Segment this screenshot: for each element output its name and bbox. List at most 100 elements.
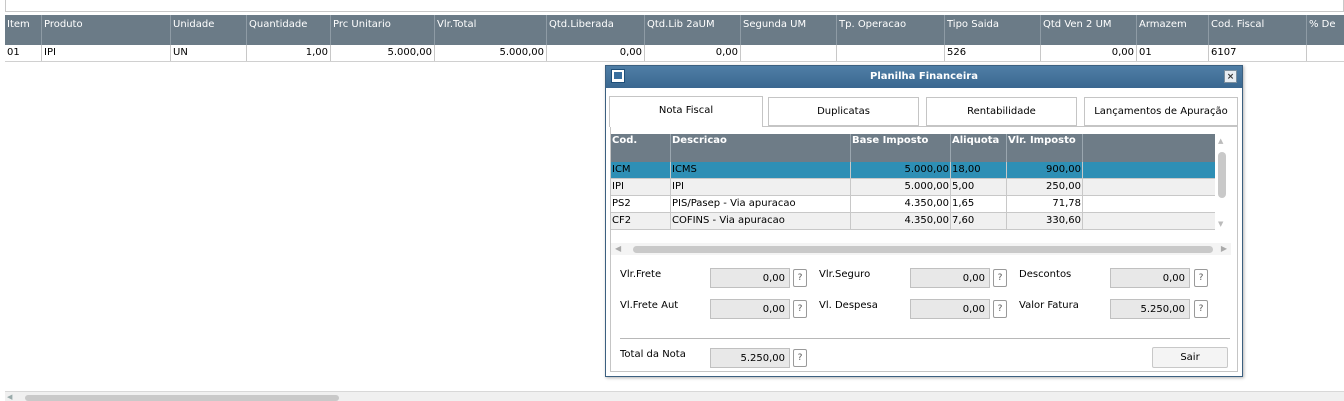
cell-cod: ICM [611, 162, 671, 178]
valor-fatura-label: Valor Fatura [1019, 300, 1079, 311]
cell-vlr-imposto: 330,60 [1007, 213, 1083, 229]
close-icon[interactable]: × [1224, 70, 1237, 83]
cell-segunda-um [741, 45, 837, 61]
scroll-right-icon[interactable]: ▶ [1221, 244, 1227, 253]
cell-cod-fiscal: 6107 [1209, 45, 1307, 61]
descontos-field[interactable]: 0,00 [1110, 268, 1190, 288]
col-header-aliquota[interactable]: Aliquota [951, 134, 1007, 162]
divider [620, 338, 1230, 339]
descontos-label: Descontos [1019, 269, 1072, 280]
tab-rentabilidade[interactable]: Rentabilidade [926, 97, 1077, 126]
planilha-financeira-dialog: Planilha Financeira × Nota Fiscal Duplic… [605, 65, 1243, 377]
cell-cod: PS2 [611, 196, 671, 212]
cell-unidade: UN [171, 45, 247, 61]
help-icon[interactable]: ? [793, 349, 807, 367]
cell-descricao: PIS/Pasep - Via apuracao [671, 196, 851, 212]
col-header-produto[interactable]: Produto [42, 15, 171, 45]
cell-base-imposto: 4.350,00 [851, 196, 951, 212]
tax-table[interactable]: Cod. Descricao Base Imposto Aliquota Vlr… [611, 134, 1215, 230]
cell-qtd-liberada: 0,00 [547, 45, 645, 61]
vlr-seguro-field[interactable]: 0,00 [910, 268, 990, 288]
vl-despesa-label: Vl. Despesa [819, 300, 878, 311]
table-row[interactable]: ICM ICMS 5.000,00 18,00 900,00 [611, 162, 1215, 179]
cell-quantidade: 1,00 [247, 45, 331, 61]
col-header-armazem[interactable]: Armazem [1137, 15, 1209, 45]
table-row[interactable]: IPI IPI 5.000,00 5,00 250,00 [611, 179, 1215, 196]
cell-item: 01 [5, 45, 42, 61]
col-header-qtd-liberada[interactable]: Qtd.Liberada [547, 15, 645, 45]
cell-vlr-imposto: 71,78 [1007, 196, 1083, 212]
grid-header: Item Produto Unidade Quantidade Prc Unit… [5, 15, 1344, 45]
tax-table-horizontal-scrollbar[interactable]: ◀ ▶ [611, 243, 1231, 255]
help-icon[interactable]: ? [1194, 269, 1208, 287]
col-header-cod[interactable]: Cod. [611, 134, 671, 162]
vlr-seguro-label: Vlr.Seguro [819, 269, 871, 280]
scroll-thumb[interactable] [25, 395, 339, 401]
cell-base-imposto: 5.000,00 [851, 162, 951, 178]
tab-lancamentos-apuracao[interactable]: Lançamentos de Apuração [1084, 97, 1238, 126]
scroll-thumb[interactable] [633, 246, 1213, 253]
col-header-perc-desc[interactable]: % De [1307, 15, 1344, 45]
col-header-quantidade[interactable]: Quantidade [247, 15, 331, 45]
help-icon[interactable]: ? [993, 300, 1007, 318]
cell-perc-desc [1307, 45, 1344, 61]
scroll-up-icon[interactable]: ▲ [1218, 137, 1223, 145]
col-header-item[interactable]: Item [5, 15, 42, 45]
cell-base-imposto: 5.000,00 [851, 179, 951, 195]
tab-nota-fiscal[interactable]: Nota Fiscal [609, 96, 763, 127]
cell-aliquota: 18,00 [951, 162, 1007, 178]
sair-button[interactable]: Sair [1152, 347, 1228, 368]
cell-tp-operacao [837, 45, 945, 61]
col-header-cod-fiscal[interactable]: Cod. Fiscal [1209, 15, 1307, 45]
table-row[interactable]: 01 IPI UN 1,00 5.000,00 5.000,00 0,00 0,… [5, 45, 1344, 62]
vl-frete-aut-field[interactable]: 0,00 [710, 299, 790, 319]
cell-descricao: ICMS [671, 162, 851, 178]
scroll-thumb[interactable] [1218, 152, 1226, 198]
total-da-nota-field[interactable]: 5.250,00 [710, 348, 790, 368]
col-header-descricao[interactable]: Descricao [671, 134, 851, 162]
col-header-qtd-lib-2aum[interactable]: Qtd.Lib 2aUM [645, 15, 741, 45]
cell-produto: IPI [42, 45, 171, 61]
tax-table-vertical-scrollbar[interactable]: ▲ ▼ [1215, 134, 1229, 234]
cell-cod: CF2 [611, 213, 671, 229]
table-row[interactable]: PS2 PIS/Pasep - Via apuracao 4.350,00 1,… [611, 196, 1215, 213]
help-icon[interactable]: ? [1194, 300, 1208, 318]
items-grid[interactable]: Item Produto Unidade Quantidade Prc Unit… [5, 15, 1344, 62]
cell-descricao: IPI [671, 179, 851, 195]
cell-base-imposto: 4.350,00 [851, 213, 951, 229]
help-icon[interactable]: ? [993, 269, 1007, 287]
col-header-vlr-total[interactable]: Vlr.Total [435, 15, 547, 45]
cell-vlr-imposto: 900,00 [1007, 162, 1083, 178]
vlr-frete-label: Vlr.Frete [620, 269, 662, 280]
cell-descricao: COFINS - Via apuracao [671, 213, 851, 229]
window-app-icon [611, 69, 625, 83]
col-header-prc-unitario[interactable]: Prc Unitario [331, 15, 435, 45]
cell-aliquota: 1,65 [951, 196, 1007, 212]
scroll-down-icon[interactable]: ▼ [1218, 220, 1223, 228]
col-header-base-imposto[interactable]: Base Imposto [851, 134, 951, 162]
dialog-titlebar[interactable]: Planilha Financeira × [606, 66, 1242, 88]
tab-duplicatas[interactable]: Duplicatas [768, 97, 919, 126]
cell-tipo-saida: 526 [945, 45, 1041, 61]
cell-vlr-total: 5.000,00 [435, 45, 547, 61]
cell-qtd-ven-2um: 0,00 [1041, 45, 1137, 61]
tax-table-header: Cod. Descricao Base Imposto Aliquota Vlr… [611, 134, 1215, 162]
cell-prc-unitario: 5.000,00 [331, 45, 435, 61]
cell-vlr-imposto: 250,00 [1007, 179, 1083, 195]
vl-despesa-field[interactable]: 0,00 [910, 299, 990, 319]
col-header-vlr-imposto[interactable]: Vlr. Imposto [1007, 134, 1083, 162]
valor-fatura-field[interactable]: 5.250,00 [1110, 299, 1190, 319]
help-icon[interactable]: ? [793, 300, 807, 318]
dialog-title: Planilha Financeira [870, 71, 978, 82]
help-icon[interactable]: ? [793, 269, 807, 287]
col-header-tipo-saida[interactable]: Tipo Saida [945, 15, 1041, 45]
col-header-segunda-um[interactable]: Segunda UM [741, 15, 837, 45]
col-header-tp-operacao[interactable]: Tp. Operacao [837, 15, 945, 45]
cell-aliquota: 5,00 [951, 179, 1007, 195]
scroll-left-icon[interactable]: ◀ [615, 244, 621, 253]
col-header-qtd-ven-2um[interactable]: Qtd Ven 2 UM [1041, 15, 1137, 45]
table-row[interactable]: CF2 COFINS - Via apuracao 4.350,00 7,60 … [611, 213, 1215, 230]
vl-frete-aut-label: Vl.Frete Aut [620, 300, 679, 311]
col-header-unidade[interactable]: Unidade [171, 15, 247, 45]
vlr-frete-field[interactable]: 0,00 [710, 268, 790, 288]
